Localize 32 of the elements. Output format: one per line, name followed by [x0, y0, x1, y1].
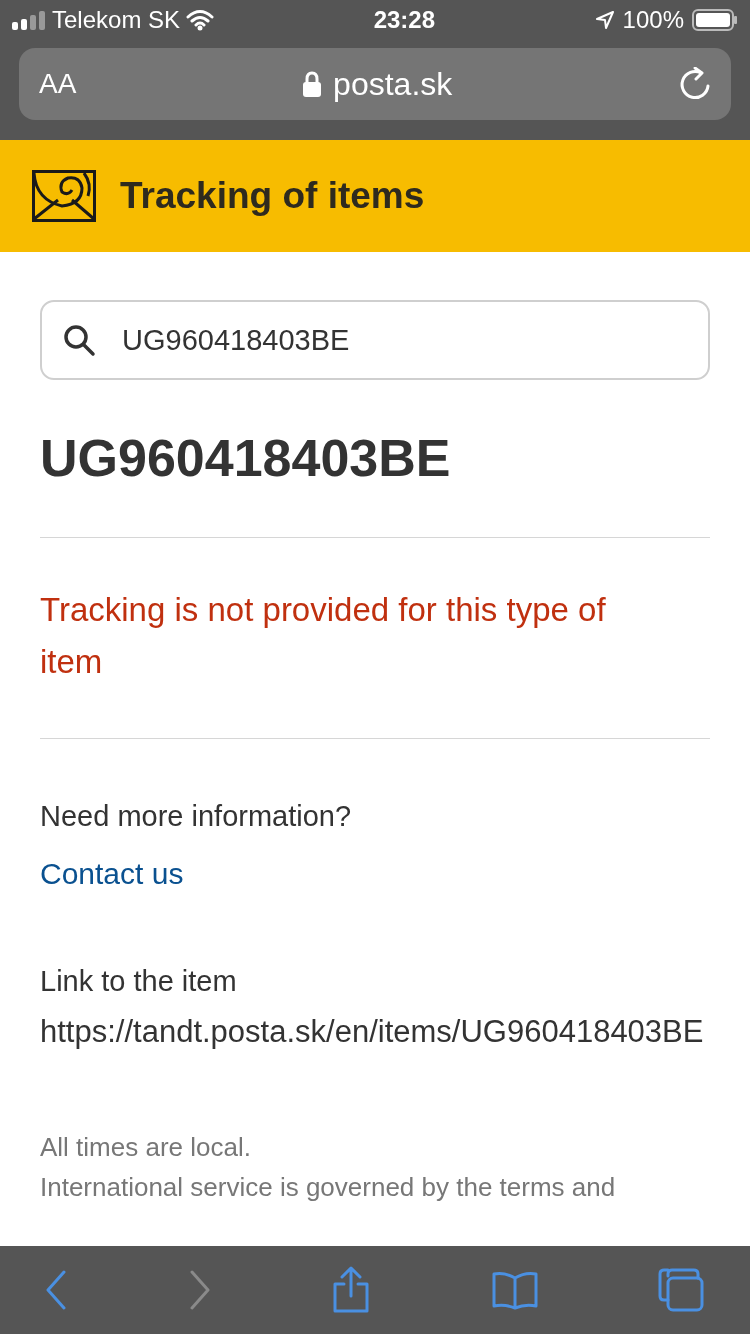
carrier-name: Telekom SK — [52, 5, 181, 35]
clock-time: 23:28 — [373, 5, 436, 35]
battery-icon — [692, 9, 738, 31]
tabs-button[interactable] — [658, 1268, 706, 1312]
signal-icon — [12, 10, 46, 30]
post-horn-envelope-icon — [32, 170, 96, 222]
reload-icon[interactable] — [679, 67, 711, 101]
wifi-icon — [186, 9, 215, 31]
lock-icon — [303, 71, 322, 97]
location-arrow-icon — [594, 10, 615, 30]
page-title: Tracking of items — [120, 174, 425, 219]
search-icon — [62, 323, 96, 357]
share-icon — [331, 1266, 371, 1314]
text-size-button[interactable]: AA — [39, 63, 77, 105]
address-bar[interactable]: AA posta.sk — [19, 48, 731, 120]
tabs-icon — [658, 1268, 706, 1312]
contact-link[interactable]: Contact us — [40, 850, 184, 896]
help-question: Need more information? — [40, 799, 353, 835]
url-text: posta.sk — [333, 65, 453, 104]
search-field[interactable]: UG960418403BE — [40, 300, 710, 380]
item-link-url: https://tandt.posta.sk/en/items/UG960418403BE — [40, 1013, 705, 1052]
item-link-label: Link to the item — [40, 963, 238, 999]
back-icon — [44, 1270, 68, 1310]
bookmarks-button[interactable] — [490, 1270, 539, 1310]
item-number-heading: UG960418403BE — [40, 430, 452, 488]
book-icon — [490, 1270, 539, 1310]
footer-note: International service is governed by the terms and — [40, 1171, 617, 1205]
share-button[interactable] — [331, 1266, 371, 1314]
battery-percent: 100% — [622, 5, 684, 35]
footer-note: All times are local. — [40, 1131, 252, 1165]
error-message: Tracking is not provided for this type of item — [40, 590, 607, 683]
back-button[interactable] — [44, 1270, 68, 1310]
